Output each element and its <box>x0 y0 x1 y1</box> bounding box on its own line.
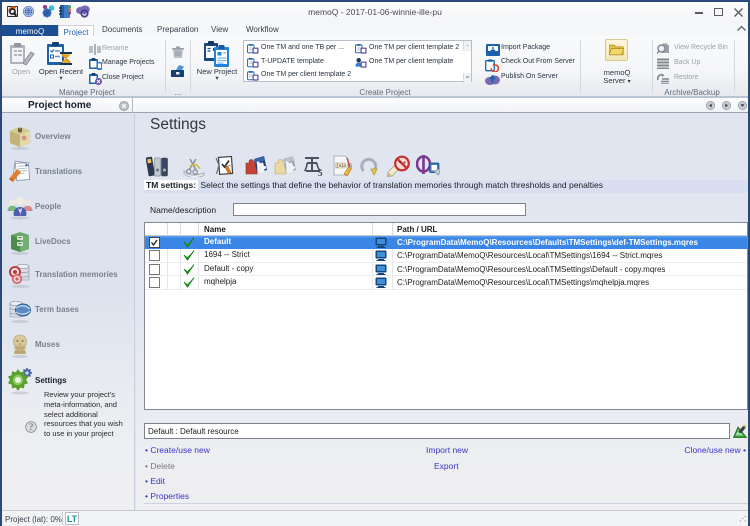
svg-text:?: ? <box>29 422 33 432</box>
svg-text:5: 5 <box>318 168 323 177</box>
